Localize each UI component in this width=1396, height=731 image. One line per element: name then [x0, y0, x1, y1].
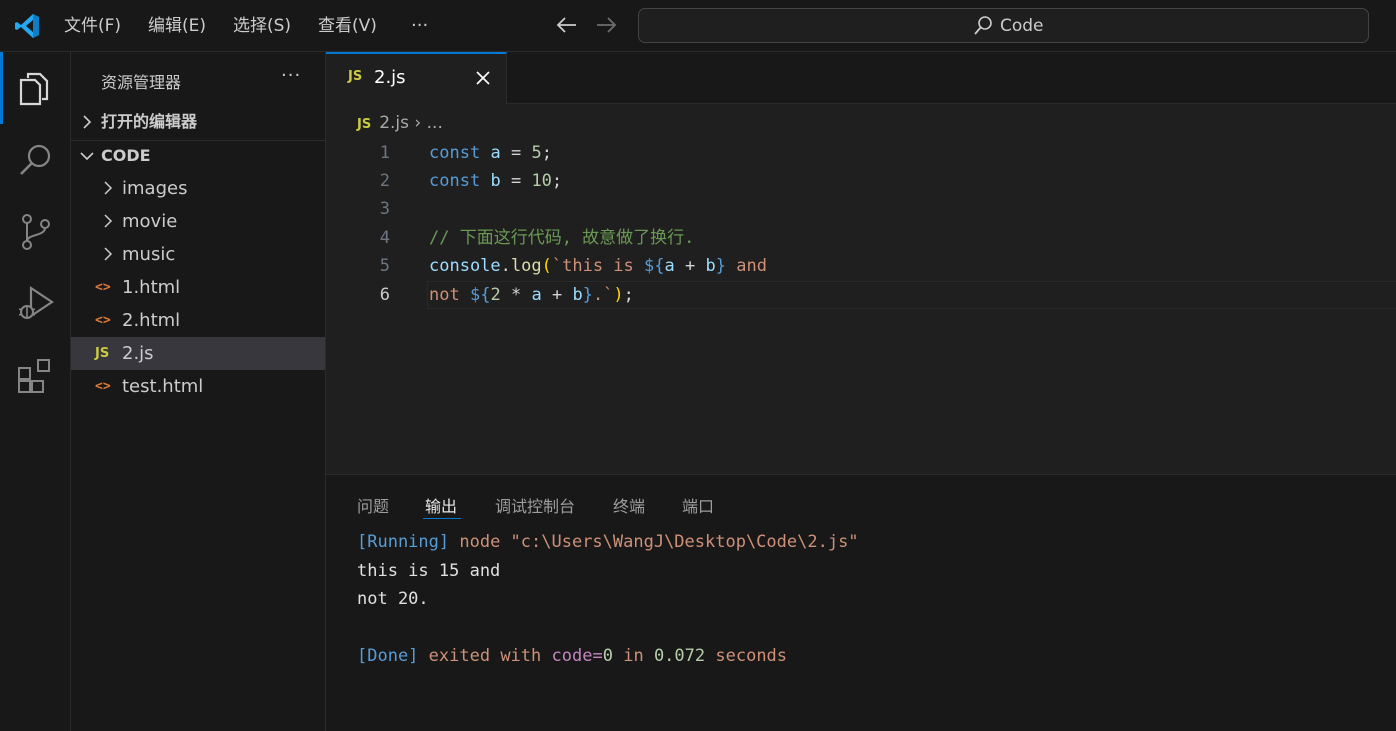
open-editors-label: 打开的编辑器: [101, 112, 198, 131]
html-file-icon: <>: [95, 280, 111, 295]
close-icon[interactable]: [474, 69, 492, 87]
editor-tab-bar: JS 2.js: [326, 52, 1396, 104]
activity-bar: [0, 52, 71, 731]
tab-debug-console[interactable]: 调试控制台: [495, 493, 575, 517]
back-arrow-icon[interactable]: [554, 12, 580, 38]
tree-item-label: test.html: [122, 376, 204, 397]
line-number: 6: [379, 285, 390, 305]
search-label: Code: [1000, 16, 1044, 36]
search-view-icon[interactable]: [14, 138, 58, 182]
active-indicator: [0, 52, 3, 124]
active-tab-underline: [423, 518, 461, 519]
js-file-icon: JS: [348, 69, 363, 84]
tree-file-2-js[interactable]: JS 2.js: [71, 337, 325, 370]
done-text: exited with: [428, 646, 542, 666]
output-line: this is 15 and: [357, 561, 501, 581]
done-tag: [Done]: [357, 646, 419, 666]
js-file-icon: JS: [95, 346, 110, 361]
explorer-more-button[interactable]: ···: [281, 65, 301, 86]
chevron-down-icon: [80, 152, 94, 161]
running-command: node "c:\Users\WangJ\Desktop\Code\2.js": [459, 532, 859, 552]
code-line-active: 6 not ${2 * a + b}.`);: [326, 281, 1396, 309]
forward-arrow-icon[interactable]: [593, 12, 619, 38]
output-line: not 20.: [357, 589, 429, 609]
command-center-search[interactable]: Code: [638, 8, 1369, 43]
done-time: 0.072: [653, 646, 706, 666]
menu-view[interactable]: 查看(V): [318, 14, 377, 38]
chevron-right-icon: [83, 115, 92, 129]
code-text: const b = 10;: [429, 171, 563, 191]
done-code-key: code=: [551, 646, 603, 666]
extensions-icon[interactable]: [14, 354, 58, 398]
tree-folder-images[interactable]: images: [71, 172, 325, 205]
html-file-icon: <>: [95, 313, 111, 328]
menu-file[interactable]: 文件(F): [64, 14, 121, 38]
breadcrumb-separator: ›: [414, 113, 422, 133]
code-line: 1 const a = 5;: [326, 139, 1396, 167]
code-line: 5 console.log(`this is ${a + b} and: [326, 252, 1396, 280]
code-text: const a = 5;: [429, 143, 552, 163]
line-number: 1: [379, 143, 390, 163]
tree-item-label: 2.js: [122, 343, 154, 364]
explorer-title: 资源管理器: [101, 73, 182, 92]
chevron-right-icon: [104, 181, 113, 195]
chevron-right-icon: [104, 247, 113, 261]
breadcrumb-file[interactable]: 2.js: [379, 113, 409, 133]
html-file-icon: <>: [95, 379, 111, 394]
source-control-icon[interactable]: [14, 210, 58, 254]
menu-more-button[interactable]: ···: [411, 14, 428, 38]
tree-item-label: 1.html: [122, 277, 181, 298]
line-number: 5: [379, 256, 390, 276]
tree-folder-music[interactable]: music: [71, 238, 325, 271]
search-icon: [974, 16, 992, 35]
folder-label: CODE: [101, 146, 151, 165]
tree-item-label: music: [122, 244, 176, 265]
menu-edit[interactable]: 编辑(E): [148, 14, 206, 38]
output-done-line: [Done] exited with code=0 in 0.072 secon…: [357, 642, 787, 670]
code-line: 3: [326, 195, 1396, 223]
run-debug-icon[interactable]: [14, 282, 58, 326]
done-in: in: [623, 646, 644, 666]
explorer-icon[interactable]: [14, 66, 58, 110]
chevron-right-icon: [104, 214, 113, 228]
output-running-line: [Running] node "c:\Users\WangJ\Desktop\C…: [357, 528, 859, 556]
tab-label: 2.js: [374, 67, 406, 88]
code-text: not ${2 * a + b}.`);: [429, 285, 634, 305]
code-text: console.log(`this is ${a + b} and: [429, 256, 767, 276]
output-panel: 问题 输出 调试控制台 终端 端口 [Running] node "c:\Use…: [326, 474, 1396, 731]
tab-ports[interactable]: 端口: [682, 493, 714, 517]
title-bar: 文件(F) 编辑(E) 选择(S) 查看(V) ··· Code: [0, 0, 1396, 52]
tree-file-test-html[interactable]: <> test.html: [71, 370, 325, 403]
tab-output[interactable]: 输出: [425, 493, 457, 517]
tree-item-label: images: [122, 178, 188, 199]
explorer-sidebar: 资源管理器 ··· 打开的编辑器 CODE images movie music…: [71, 52, 326, 731]
tree-file-1-html[interactable]: <> 1.html: [71, 271, 325, 304]
code-editor[interactable]: 1 const a = 5; 2 const b = 10; 3 4 // 下面…: [326, 138, 1396, 473]
line-number: 3: [379, 199, 390, 219]
tab-terminal[interactable]: 终端: [613, 493, 645, 517]
code-line: 4 // 下面这行代码, 故意做了换行.: [326, 224, 1396, 252]
folder-section[interactable]: CODE: [71, 140, 325, 171]
tree-file-2-html[interactable]: <> 2.html: [71, 304, 325, 337]
tree-folder-movie[interactable]: movie: [71, 205, 325, 238]
tree-item-label: 2.html: [122, 310, 181, 331]
line-number: 4: [379, 228, 390, 248]
done-seconds: seconds: [715, 646, 788, 666]
breadcrumb: JS 2.js › ...: [357, 112, 443, 134]
tab-problems[interactable]: 问题: [357, 493, 389, 517]
breadcrumb-rest[interactable]: ...: [427, 113, 443, 133]
js-file-icon: JS: [357, 117, 372, 132]
done-code-value: 0: [602, 646, 613, 666]
tab-2-js[interactable]: JS 2.js: [326, 52, 507, 104]
running-tag: [Running]: [357, 532, 450, 552]
vscode-logo-icon[interactable]: [13, 12, 41, 40]
code-line: 2 const b = 10;: [326, 167, 1396, 195]
tree-item-label: movie: [122, 211, 178, 232]
open-editors-section[interactable]: 打开的编辑器: [71, 107, 325, 137]
menu-selection[interactable]: 选择(S): [233, 14, 291, 38]
line-number: 2: [379, 171, 390, 191]
code-comment: // 下面这行代码, 故意做了换行.: [429, 228, 695, 248]
